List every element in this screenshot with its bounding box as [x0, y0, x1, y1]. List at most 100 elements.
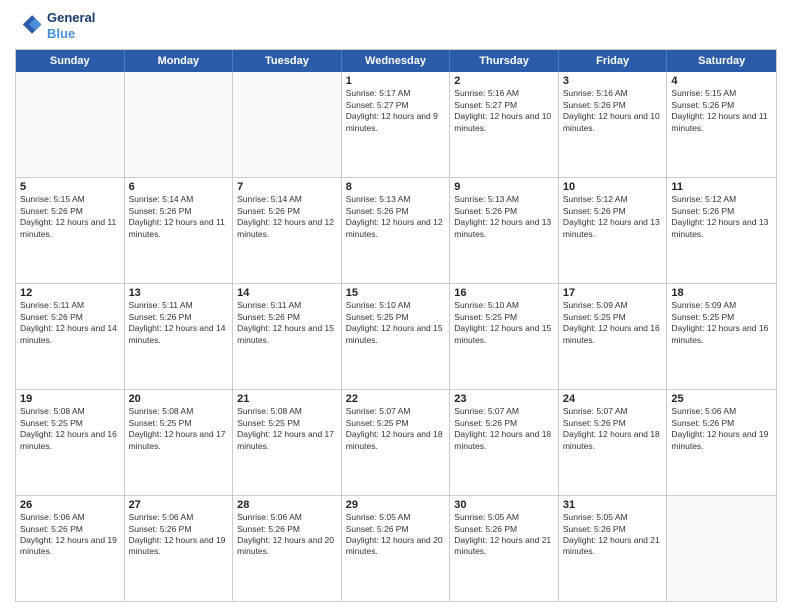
day-info: Sunrise: 5:17 AMSunset: 5:27 PMDaylight:…	[346, 88, 446, 134]
day-info: Sunrise: 5:13 AMSunset: 5:26 PMDaylight:…	[454, 194, 554, 240]
day-number: 12	[20, 287, 120, 299]
day-info: Sunrise: 5:12 AMSunset: 5:26 PMDaylight:…	[671, 194, 772, 240]
day-header-monday: Monday	[125, 50, 234, 72]
day-cell: 5Sunrise: 5:15 AMSunset: 5:26 PMDaylight…	[16, 178, 125, 283]
day-cell	[667, 496, 776, 601]
day-cell: 11Sunrise: 5:12 AMSunset: 5:26 PMDayligh…	[667, 178, 776, 283]
day-info: Sunrise: 5:05 AMSunset: 5:26 PMDaylight:…	[346, 512, 446, 558]
page: General Blue SundayMondayTuesdayWednesda…	[0, 0, 792, 612]
day-cell: 14Sunrise: 5:11 AMSunset: 5:26 PMDayligh…	[233, 284, 342, 389]
day-cell: 17Sunrise: 5:09 AMSunset: 5:25 PMDayligh…	[559, 284, 668, 389]
day-number: 8	[346, 181, 446, 193]
day-cell: 16Sunrise: 5:10 AMSunset: 5:25 PMDayligh…	[450, 284, 559, 389]
day-number: 19	[20, 393, 120, 405]
day-cell: 12Sunrise: 5:11 AMSunset: 5:26 PMDayligh…	[16, 284, 125, 389]
day-cell: 2Sunrise: 5:16 AMSunset: 5:27 PMDaylight…	[450, 72, 559, 177]
logo-text: General Blue	[47, 10, 95, 41]
day-info: Sunrise: 5:11 AMSunset: 5:26 PMDaylight:…	[237, 300, 337, 346]
day-info: Sunrise: 5:06 AMSunset: 5:26 PMDaylight:…	[20, 512, 120, 558]
day-cell: 31Sunrise: 5:05 AMSunset: 5:26 PMDayligh…	[559, 496, 668, 601]
day-number: 28	[237, 499, 337, 511]
week-row-2: 5Sunrise: 5:15 AMSunset: 5:26 PMDaylight…	[16, 178, 776, 284]
day-info: Sunrise: 5:15 AMSunset: 5:26 PMDaylight:…	[20, 194, 120, 240]
day-number: 3	[563, 75, 663, 87]
week-row-5: 26Sunrise: 5:06 AMSunset: 5:26 PMDayligh…	[16, 496, 776, 601]
calendar-body: 1Sunrise: 5:17 AMSunset: 5:27 PMDaylight…	[16, 72, 776, 601]
day-info: Sunrise: 5:16 AMSunset: 5:26 PMDaylight:…	[563, 88, 663, 134]
day-cell: 19Sunrise: 5:08 AMSunset: 5:25 PMDayligh…	[16, 390, 125, 495]
day-number: 1	[346, 75, 446, 87]
day-number: 20	[129, 393, 229, 405]
day-cell: 15Sunrise: 5:10 AMSunset: 5:25 PMDayligh…	[342, 284, 451, 389]
day-number: 27	[129, 499, 229, 511]
day-cell: 24Sunrise: 5:07 AMSunset: 5:26 PMDayligh…	[559, 390, 668, 495]
day-cell: 21Sunrise: 5:08 AMSunset: 5:25 PMDayligh…	[233, 390, 342, 495]
day-number: 30	[454, 499, 554, 511]
day-cell: 8Sunrise: 5:13 AMSunset: 5:26 PMDaylight…	[342, 178, 451, 283]
day-info: Sunrise: 5:08 AMSunset: 5:25 PMDaylight:…	[129, 406, 229, 452]
day-number: 18	[671, 287, 772, 299]
day-cell: 23Sunrise: 5:07 AMSunset: 5:26 PMDayligh…	[450, 390, 559, 495]
day-info: Sunrise: 5:07 AMSunset: 5:26 PMDaylight:…	[454, 406, 554, 452]
day-info: Sunrise: 5:05 AMSunset: 5:26 PMDaylight:…	[563, 512, 663, 558]
day-info: Sunrise: 5:07 AMSunset: 5:25 PMDaylight:…	[346, 406, 446, 452]
day-cell: 18Sunrise: 5:09 AMSunset: 5:25 PMDayligh…	[667, 284, 776, 389]
day-info: Sunrise: 5:06 AMSunset: 5:26 PMDaylight:…	[671, 406, 772, 452]
day-info: Sunrise: 5:14 AMSunset: 5:26 PMDaylight:…	[237, 194, 337, 240]
day-number: 21	[237, 393, 337, 405]
day-number: 7	[237, 181, 337, 193]
day-cell: 13Sunrise: 5:11 AMSunset: 5:26 PMDayligh…	[125, 284, 234, 389]
day-cell: 3Sunrise: 5:16 AMSunset: 5:26 PMDaylight…	[559, 72, 668, 177]
day-cell: 10Sunrise: 5:12 AMSunset: 5:26 PMDayligh…	[559, 178, 668, 283]
day-info: Sunrise: 5:16 AMSunset: 5:27 PMDaylight:…	[454, 88, 554, 134]
day-number: 14	[237, 287, 337, 299]
day-number: 15	[346, 287, 446, 299]
day-cell: 6Sunrise: 5:14 AMSunset: 5:26 PMDaylight…	[125, 178, 234, 283]
week-row-1: 1Sunrise: 5:17 AMSunset: 5:27 PMDaylight…	[16, 72, 776, 178]
week-row-3: 12Sunrise: 5:11 AMSunset: 5:26 PMDayligh…	[16, 284, 776, 390]
day-info: Sunrise: 5:10 AMSunset: 5:25 PMDaylight:…	[346, 300, 446, 346]
day-cell: 28Sunrise: 5:06 AMSunset: 5:26 PMDayligh…	[233, 496, 342, 601]
day-number: 5	[20, 181, 120, 193]
day-number: 25	[671, 393, 772, 405]
day-number: 23	[454, 393, 554, 405]
day-info: Sunrise: 5:10 AMSunset: 5:25 PMDaylight:…	[454, 300, 554, 346]
day-info: Sunrise: 5:11 AMSunset: 5:26 PMDaylight:…	[20, 300, 120, 346]
day-header-wednesday: Wednesday	[342, 50, 451, 72]
day-cell: 26Sunrise: 5:06 AMSunset: 5:26 PMDayligh…	[16, 496, 125, 601]
header: General Blue	[15, 10, 777, 41]
day-number: 29	[346, 499, 446, 511]
week-row-4: 19Sunrise: 5:08 AMSunset: 5:25 PMDayligh…	[16, 390, 776, 496]
day-cell: 20Sunrise: 5:08 AMSunset: 5:25 PMDayligh…	[125, 390, 234, 495]
day-info: Sunrise: 5:09 AMSunset: 5:25 PMDaylight:…	[671, 300, 772, 346]
day-number: 13	[129, 287, 229, 299]
day-header-tuesday: Tuesday	[233, 50, 342, 72]
day-number: 6	[129, 181, 229, 193]
day-number: 22	[346, 393, 446, 405]
day-header-thursday: Thursday	[450, 50, 559, 72]
logo-icon	[15, 12, 43, 40]
day-number: 10	[563, 181, 663, 193]
day-info: Sunrise: 5:14 AMSunset: 5:26 PMDaylight:…	[129, 194, 229, 240]
day-cell	[16, 72, 125, 177]
day-info: Sunrise: 5:08 AMSunset: 5:25 PMDaylight:…	[237, 406, 337, 452]
calendar: SundayMondayTuesdayWednesdayThursdayFrid…	[15, 49, 777, 602]
day-header-saturday: Saturday	[667, 50, 776, 72]
day-cell: 25Sunrise: 5:06 AMSunset: 5:26 PMDayligh…	[667, 390, 776, 495]
day-number: 16	[454, 287, 554, 299]
day-headers: SundayMondayTuesdayWednesdayThursdayFrid…	[16, 50, 776, 72]
day-cell	[233, 72, 342, 177]
day-info: Sunrise: 5:15 AMSunset: 5:26 PMDaylight:…	[671, 88, 772, 134]
day-number: 31	[563, 499, 663, 511]
day-header-friday: Friday	[559, 50, 668, 72]
day-number: 9	[454, 181, 554, 193]
day-info: Sunrise: 5:06 AMSunset: 5:26 PMDaylight:…	[237, 512, 337, 558]
day-number: 2	[454, 75, 554, 87]
day-cell: 9Sunrise: 5:13 AMSunset: 5:26 PMDaylight…	[450, 178, 559, 283]
day-info: Sunrise: 5:09 AMSunset: 5:25 PMDaylight:…	[563, 300, 663, 346]
day-cell: 1Sunrise: 5:17 AMSunset: 5:27 PMDaylight…	[342, 72, 451, 177]
day-number: 11	[671, 181, 772, 193]
day-info: Sunrise: 5:08 AMSunset: 5:25 PMDaylight:…	[20, 406, 120, 452]
day-info: Sunrise: 5:13 AMSunset: 5:26 PMDaylight:…	[346, 194, 446, 240]
logo: General Blue	[15, 10, 95, 41]
